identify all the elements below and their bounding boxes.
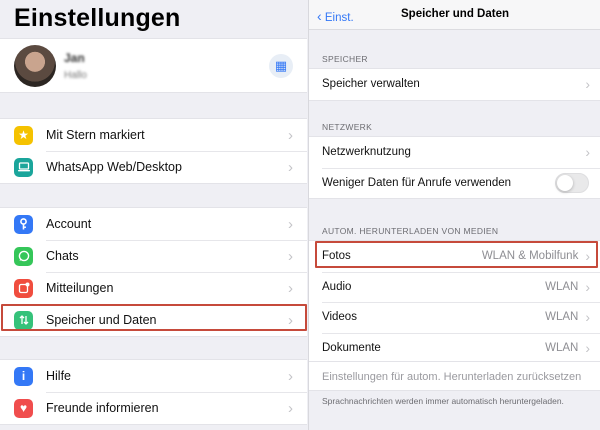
sidebar-item-web-desktop[interactable]: WhatsApp Web/Desktop › — [0, 151, 307, 183]
row-label: Weniger Daten für Anrufe verwenden — [322, 176, 512, 189]
section-header-media: AUTOM. HERUNTERLADEN VON MEDIEN — [322, 226, 499, 236]
media-row-audio[interactable]: Audio WLAN › — [309, 271, 600, 303]
row-value: WLAN — [545, 311, 579, 324]
settings-group-main: Account › Chats › Mitteilungen › Speiche… — [0, 207, 307, 337]
row-label: Speicher verwalten — [322, 78, 420, 91]
laptop-icon — [14, 157, 33, 177]
data-arrows-icon — [14, 310, 33, 330]
row-label: Fotos — [322, 250, 351, 263]
section-header-storage: SPEICHER — [322, 54, 368, 64]
settings-group-starred: ★ Mit Stern markiert › WhatsApp Web/Desk… — [0, 118, 307, 184]
settings-pane: Einstellungen Jan Hallo ▦ ★ Mit Stern ma… — [0, 0, 307, 430]
manage-storage-row[interactable]: Speicher verwalten › — [309, 69, 600, 100]
page-title: Einstellungen — [14, 4, 181, 32]
less-data-calls-row: Weniger Daten für Anrufe verwenden — [309, 167, 600, 199]
whatsapp-icon — [14, 246, 33, 266]
sidebar-item-help[interactable]: i Hilfe › — [0, 360, 307, 392]
sidebar-item-storage-data[interactable]: Speicher und Daten › — [0, 304, 307, 336]
sidebar-item-account[interactable]: Account › — [0, 208, 307, 240]
chevron-right-icon: › — [585, 248, 590, 265]
chevron-right-icon: › — [585, 144, 590, 161]
less-data-toggle[interactable] — [555, 172, 589, 193]
chevron-right-icon: › — [288, 399, 293, 417]
media-group: Fotos WLAN & Mobilfunk › Audio WLAN › Vi… — [309, 240, 600, 364]
row-label: Chats — [46, 249, 79, 263]
media-row-documents[interactable]: Dokumente WLAN › — [309, 332, 600, 364]
row-label: Netzwerknutzung — [322, 146, 411, 159]
info-icon: i — [14, 366, 33, 386]
chevron-right-icon: › — [585, 278, 590, 295]
key-icon — [14, 214, 33, 234]
row-label: Mit Stern markiert — [46, 128, 145, 142]
media-row-photos[interactable]: Fotos WLAN & Mobilfunk › — [309, 241, 600, 272]
chevron-right-icon: › — [585, 339, 590, 356]
reset-auto-download-button[interactable]: Einstellungen für autom. Herunterladen z… — [322, 371, 581, 383]
row-label: WhatsApp Web/Desktop — [46, 160, 182, 174]
chevron-right-icon: › — [585, 76, 590, 93]
star-icon: ★ — [14, 125, 33, 145]
settings-group-help: i Hilfe › ♥ Freunde informieren › — [0, 359, 307, 425]
chevron-right-icon: › — [288, 126, 293, 144]
storage-data-pane: ‹ Einst. Speicher und Daten SPEICHER Spe… — [308, 0, 600, 430]
qr-code-icon[interactable]: ▦ — [269, 54, 293, 78]
row-value: WLAN — [545, 280, 579, 293]
network-usage-row[interactable]: Netzwerknutzung › — [309, 137, 600, 168]
media-row-videos[interactable]: Videos WLAN › — [309, 302, 600, 333]
row-value: WLAN — [545, 341, 579, 354]
chevron-right-icon: › — [585, 309, 590, 326]
chevron-right-icon: › — [288, 367, 293, 385]
row-label: Dokumente — [322, 341, 381, 354]
heart-icon: ♥ — [14, 398, 33, 418]
row-label: Hilfe — [46, 369, 72, 383]
row-label: Freunde informieren — [46, 401, 159, 415]
network-group: Netzwerknutzung › Weniger Daten für Anru… — [309, 136, 600, 199]
sidebar-item-starred[interactable]: ★ Mit Stern markiert › — [0, 119, 307, 151]
chevron-right-icon: › — [288, 158, 293, 176]
chevron-right-icon: › — [288, 279, 293, 297]
profile-row[interactable]: Jan Hallo ▦ — [0, 38, 307, 93]
nav-title: Speicher und Daten — [401, 8, 509, 20]
profile-name: Jan — [64, 51, 85, 65]
nav-bar: ‹ Einst. Speicher und Daten — [309, 0, 600, 30]
sidebar-item-notifications[interactable]: Mitteilungen › — [0, 272, 307, 304]
storage-group: Speicher verwalten › — [309, 68, 600, 101]
row-label: Videos — [322, 311, 357, 324]
avatar — [14, 45, 56, 87]
profile-status: Hallo — [64, 70, 87, 81]
reset-auto-download-row[interactable]: Einstellungen für autom. Herunterladen z… — [309, 361, 600, 391]
row-value: WLAN & Mobilfunk — [481, 250, 579, 263]
section-header-network: NETZWERK — [322, 122, 373, 132]
row-label: Audio — [322, 280, 352, 293]
row-label: Account — [46, 217, 92, 231]
chevron-right-icon: › — [288, 247, 293, 265]
footer-note: Sprachnachrichten werden immer automatis… — [322, 396, 564, 406]
chevron-right-icon: › — [288, 311, 293, 329]
sidebar-item-chats[interactable]: Chats › — [0, 240, 307, 272]
row-label: Mitteilungen — [46, 281, 114, 295]
row-label: Speicher und Daten — [46, 313, 157, 327]
chevron-right-icon: › — [288, 215, 293, 233]
sidebar-item-tell-friends[interactable]: ♥ Freunde informieren › — [0, 392, 307, 424]
notification-icon — [14, 278, 33, 298]
